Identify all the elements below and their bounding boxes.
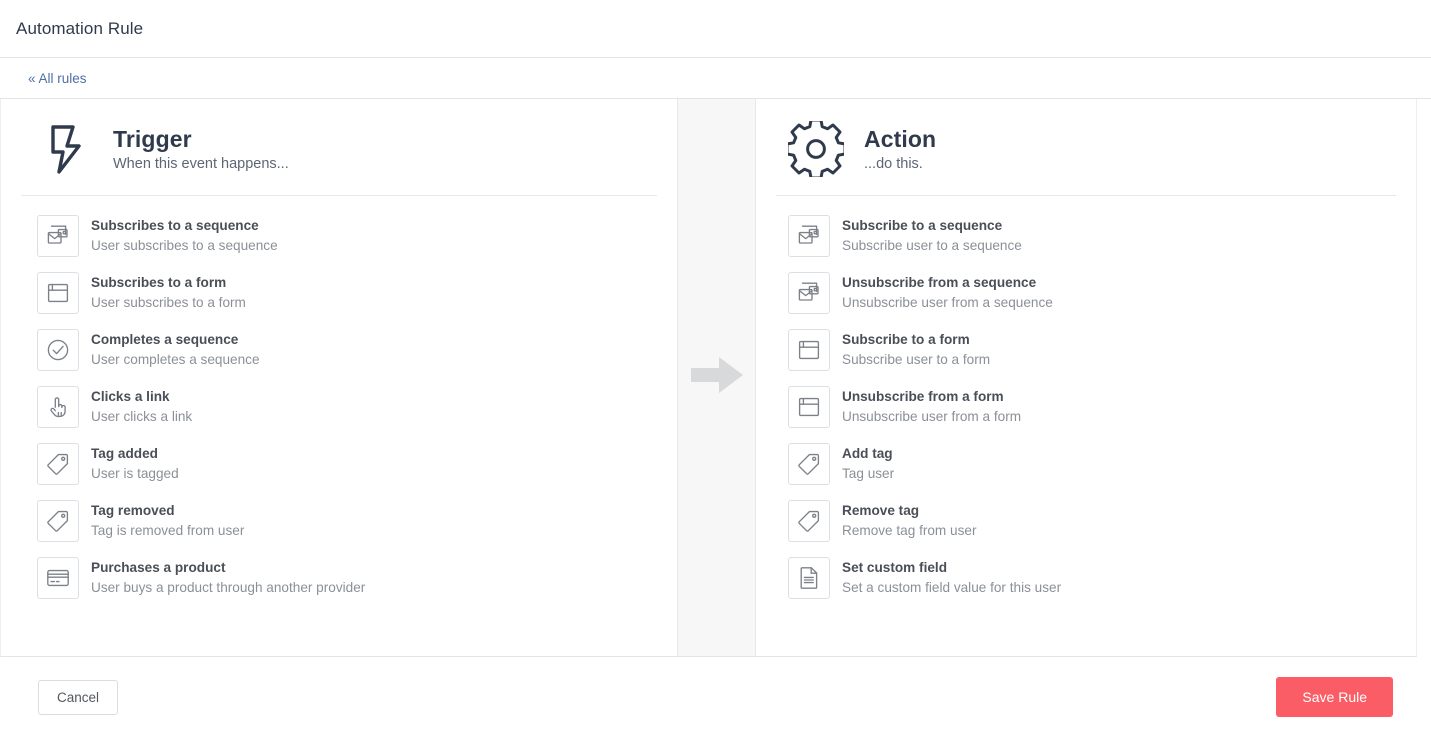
option-description: Remove tag from user — [842, 523, 977, 538]
option-row[interactable]: Clicks a link User clicks a link — [21, 381, 657, 433]
option-description: User clicks a link — [91, 409, 193, 424]
option-text: Unsubscribe from a form Unsubscribe user … — [842, 387, 1021, 426]
pointing-hand-icon — [37, 386, 79, 428]
option-title: Subscribes to a form — [91, 275, 227, 291]
page-title: Automation Rule — [16, 18, 144, 38]
option-text: Tag added User is tagged — [91, 444, 179, 483]
option-title: Subscribes to a sequence — [91, 218, 259, 234]
option-text: Clicks a link User clicks a link — [91, 387, 192, 426]
option-row[interactable]: Subscribes to a form User subscribes to a… — [21, 267, 657, 319]
envelope-sequence-icon — [37, 215, 79, 257]
option-description: User subscribes to a sequence — [91, 238, 278, 253]
action-panel: Action ...do this. Subscribe to a sequen… — [756, 99, 1416, 656]
option-description: Set a custom field value for this user — [842, 580, 1062, 595]
option-description: User subscribes to a form — [91, 295, 246, 310]
lightning-bolt-icon — [37, 121, 93, 177]
option-text: Set custom field Set a custom field value… — [842, 558, 1061, 597]
trigger-action-connector — [677, 99, 756, 656]
option-title: Clicks a link — [91, 389, 170, 405]
gear-icon — [788, 121, 844, 177]
option-row[interactable]: Completes a sequence User completes a seq… — [21, 324, 657, 376]
option-row[interactable]: Unsubscribe from a sequence Unsubscribe u… — [776, 267, 1396, 319]
option-description: User completes a sequence — [91, 352, 260, 367]
option-description: Subscribe user to a form — [842, 352, 991, 367]
trigger-panel-header: Trigger When this event happens... — [21, 121, 657, 196]
dialog-footer: Cancel Save Rule — [0, 657, 1431, 736]
cancel-button[interactable]: Cancel — [38, 679, 119, 715]
option-text: Completes a sequence User completes a seq… — [91, 330, 260, 369]
option-title: Completes a sequence — [91, 332, 239, 348]
option-row[interactable]: Tag added User is tagged — [21, 438, 657, 490]
option-row[interactable]: Add tag Tag user — [776, 438, 1396, 490]
form-window-icon — [37, 272, 79, 314]
form-window-icon — [788, 386, 830, 428]
option-description: Tag is removed from user — [91, 523, 245, 538]
trigger-subtitle: When this event happens... — [113, 155, 289, 172]
option-title: Tag removed — [91, 503, 175, 519]
option-text: Subscribe to a sequence Subscribe user to… — [842, 216, 1022, 255]
option-row[interactable]: Set custom field Set a custom field value… — [776, 552, 1396, 604]
action-panel-header: Action ...do this. — [776, 121, 1396, 196]
all-rules-back-link[interactable]: « All rules — [28, 71, 87, 86]
trigger-title: Trigger — [113, 126, 192, 153]
envelope-sequence-icon — [788, 272, 830, 314]
action-subtitle: ...do this. — [864, 155, 923, 172]
check-circle-icon — [37, 329, 79, 371]
option-row[interactable]: Unsubscribe from a form Unsubscribe user … — [776, 381, 1396, 433]
action-title: Action — [864, 126, 937, 153]
tag-icon — [788, 500, 830, 542]
window-titlebar: Automation Rule — [0, 0, 1431, 58]
action-option-list: Subscribe to a sequence Subscribe user to… — [776, 202, 1396, 604]
option-description: Unsubscribe user from a sequence — [842, 295, 1053, 310]
option-title: Tag added — [91, 446, 158, 462]
document-icon — [788, 557, 830, 599]
option-title: Subscribe to a form — [842, 332, 970, 348]
option-text: Subscribe to a form Subscribe user to a f… — [842, 330, 990, 369]
option-text: Unsubscribe from a sequence Unsubscribe u… — [842, 273, 1053, 312]
option-description: Tag user — [842, 466, 895, 481]
option-title: Subscribe to a sequence — [842, 218, 1003, 234]
option-text: Tag removed Tag is removed from user — [91, 501, 244, 540]
option-row[interactable]: Subscribes to a sequence User subscribes … — [21, 210, 657, 262]
option-text: Subscribes to a form User subscribes to a… — [91, 273, 246, 312]
breadcrumb: « All rules — [0, 58, 1431, 99]
option-title: Unsubscribe from a form — [842, 389, 1004, 405]
form-window-icon — [788, 329, 830, 371]
credit-card-icon — [37, 557, 79, 599]
rule-builder-stage: Trigger When this event happens... Subsc… — [0, 99, 1417, 657]
option-title: Purchases a product — [91, 560, 226, 576]
option-description: User is tagged — [91, 466, 179, 481]
option-title: Unsubscribe from a sequence — [842, 275, 1037, 291]
option-text: Purchases a product User buys a product t… — [91, 558, 365, 597]
save-rule-button[interactable]: Save Rule — [1276, 677, 1393, 717]
option-row[interactable]: Tag removed Tag is removed from user — [21, 495, 657, 547]
arrow-right-icon — [689, 355, 745, 400]
option-description: User buys a product through another prov… — [91, 580, 366, 595]
tag-icon — [37, 443, 79, 485]
option-title: Set custom field — [842, 560, 947, 576]
tag-icon — [37, 500, 79, 542]
option-text: Remove tag Remove tag from user — [842, 501, 976, 540]
option-title: Add tag — [842, 446, 893, 462]
envelope-sequence-icon — [788, 215, 830, 257]
option-text: Subscribes to a sequence User subscribes … — [91, 216, 278, 255]
option-description: Unsubscribe user from a form — [842, 409, 1022, 424]
option-row[interactable]: Subscribe to a sequence Subscribe user to… — [776, 210, 1396, 262]
tag-icon — [788, 443, 830, 485]
option-description: Subscribe user to a sequence — [842, 238, 1022, 253]
option-text: Add tag Tag user — [842, 444, 894, 483]
trigger-panel: Trigger When this event happens... Subsc… — [1, 99, 677, 656]
option-row[interactable]: Remove tag Remove tag from user — [776, 495, 1396, 547]
option-title: Remove tag — [842, 503, 920, 519]
option-row[interactable]: Subscribe to a form Subscribe user to a f… — [776, 324, 1396, 376]
trigger-option-list: Subscribes to a sequence User subscribes … — [21, 202, 657, 604]
option-row[interactable]: Purchases a product User buys a product t… — [21, 552, 657, 604]
